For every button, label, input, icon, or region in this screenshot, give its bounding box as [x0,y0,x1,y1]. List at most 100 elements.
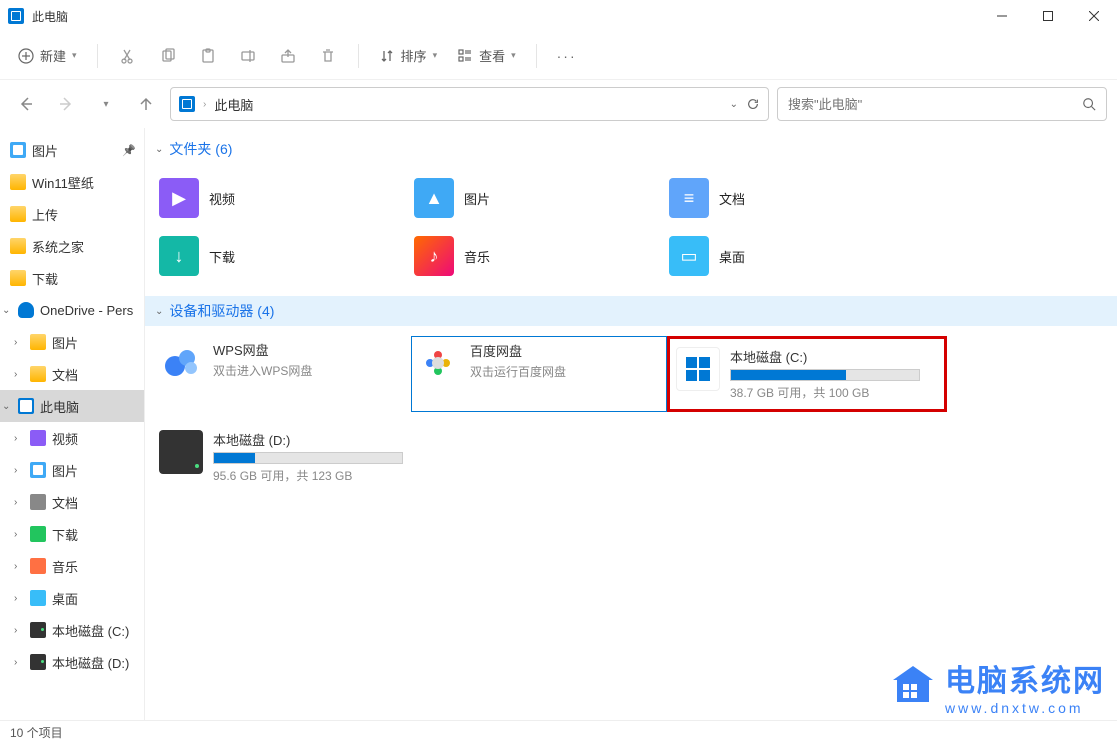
window-titlebar: 此电脑 [0,0,1117,32]
chevron-down-icon[interactable]: ⌄ [730,99,738,110]
content-pane: ⌄ 文件夹 (6) ▶视频▲ 图片 ≡文档 ↓下载♪音乐▭桌面 ⌄ 设备和驱动器 (4… [145,128,1117,720]
folder-tile[interactable]: ≡文档 [665,174,920,222]
separator [97,44,98,68]
chevron-down-icon: ▾ [72,50,77,61]
pic-folder-icon: ▲ [414,178,454,218]
sidebar-item[interactable]: Win11壁纸 [0,166,144,198]
sidebar-item[interactable]: ⌄ 此电脑 [0,390,144,422]
chevron-right-icon[interactable]: › [14,529,24,540]
navigation-sidebar: 图片📌Win11壁纸上传系统之家下载⌄OneDrive - Pers›图片›文档… [0,128,145,720]
drive-tile[interactable]: WPS网盘双击进入WPS网盘 [155,336,411,412]
drives-section-header[interactable]: ⌄ 设备和驱动器 (4) [145,296,1117,326]
share-button[interactable] [270,38,306,74]
sidebar-item-label: 此电脑 [40,397,79,416]
sidebar-item[interactable]: ›图片 [0,454,144,486]
chevron-right-icon[interactable]: › [14,497,24,508]
sidebar-item[interactable]: 系统之家 [0,230,144,262]
toolbar: 新建 ▾ 排序 ▾ 查看 ▾ ··· [0,32,1117,80]
drive-name: 本地磁盘 (D:) [213,430,407,449]
forward-button[interactable] [50,88,82,120]
wps-drive-icon [159,340,203,384]
sidebar-item[interactable]: › 视频 [0,422,144,454]
folder-icon [30,334,46,350]
sidebar-item[interactable]: ⌄OneDrive - Pers [0,294,144,326]
folder-tile-label: 视频 [209,189,235,208]
back-button[interactable] [10,88,42,120]
folder-tile[interactable]: ▲ 图片 [410,174,665,222]
video-icon [30,430,46,446]
folder-tile[interactable]: ♪音乐 [410,232,665,280]
chevron-right-icon[interactable]: › [14,593,24,604]
drive-tile[interactable]: 本地磁盘 (D:)95.6 GB 可用，共 123 GB [155,426,411,488]
sidebar-item[interactable]: ›本地磁盘 (D:) [0,646,144,678]
cut-button[interactable] [110,38,146,74]
sidebar-item[interactable]: ›桌面 [0,582,144,614]
refresh-icon[interactable] [746,97,760,111]
sidebar-item[interactable]: 上传 [0,198,144,230]
folder-icon [10,206,26,222]
delete-button[interactable] [310,38,346,74]
doc-icon [30,494,46,510]
address-bar[interactable]: › 此电脑 ⌄ [170,87,769,121]
chevron-right-icon[interactable]: › [14,433,24,444]
separator [358,44,359,68]
win-drive-icon [676,347,720,391]
drive-tile[interactable]: 百度网盘双击运行百度网盘 [411,336,667,412]
window-title: 此电脑 [32,8,68,25]
sidebar-item-label: 图片 [32,141,58,160]
search-input[interactable] [788,97,1082,112]
search-bar[interactable] [777,87,1107,121]
chevron-right-icon[interactable]: › [14,561,24,572]
folder-tile[interactable]: ▶视频 [155,174,410,222]
drive-usage-bar [213,452,403,464]
recent-button[interactable]: ▾ [90,88,122,120]
rename-button[interactable] [230,38,266,74]
minimize-button[interactable] [979,0,1025,32]
chevron-right-icon[interactable]: › [14,465,24,476]
folder-tile-label: 图片 [464,189,490,208]
chevron-right-icon[interactable]: › [14,369,24,380]
sidebar-item[interactable]: ›文档 [0,486,144,518]
maximize-button[interactable] [1025,0,1071,32]
chevron-right-icon[interactable]: › [14,625,24,636]
sort-button[interactable]: 排序 ▾ [371,40,446,71]
sidebar-item[interactable]: ›本地磁盘 (C:) [0,614,144,646]
sidebar-item[interactable]: ›图片 [0,326,144,358]
folder-tile[interactable]: ▭桌面 [665,232,920,280]
folders-section-header[interactable]: ⌄ 文件夹 (6) [145,134,1117,164]
new-button[interactable]: 新建 ▾ [10,40,85,71]
view-button[interactable]: 查看 ▾ [449,40,524,71]
drive-info: 百度网盘双击运行百度网盘 [470,341,662,407]
close-button[interactable] [1071,0,1117,32]
chevron-right-icon[interactable]: › [14,657,24,668]
folder-tile[interactable]: ↓下载 [155,232,410,280]
folder-icon [10,238,26,254]
sidebar-item[interactable]: 图片📌 [0,134,144,166]
sidebar-item[interactable]: ›文档 [0,358,144,390]
download-icon [30,526,46,542]
drives-header-text: 设备和驱动器 (4) [169,301,274,321]
drive-subtitle: 双击进入WPS网盘 [213,362,407,379]
sort-icon [379,48,395,64]
chevron-right-icon: › [203,99,206,110]
search-icon [1082,97,1096,111]
sidebar-item-label: 视频 [52,429,78,448]
pc-icon [18,398,34,414]
up-button[interactable] [130,88,162,120]
sidebar-item[interactable]: ›下载 [0,518,144,550]
app-icon [8,8,24,24]
chevron-down-icon[interactable]: ⌄ [2,401,12,412]
drive-subtitle: 38.7 GB 可用，共 100 GB [730,384,938,401]
paste-button[interactable] [190,38,226,74]
music-icon [30,558,46,574]
sort-label: 排序 [401,46,427,65]
sidebar-item[interactable]: ›音乐 [0,550,144,582]
drive-tile[interactable]: 本地磁盘 (C:)38.7 GB 可用，共 100 GB [667,336,947,412]
more-button[interactable]: ··· [549,38,585,74]
chevron-down-icon[interactable]: ⌄ [2,305,12,316]
sidebar-item[interactable]: 下载 [0,262,144,294]
breadcrumb-text[interactable]: 此电脑 [214,95,253,114]
copy-button[interactable] [150,38,186,74]
chevron-right-icon[interactable]: › [14,337,24,348]
sidebar-item-label: 下载 [32,269,58,288]
